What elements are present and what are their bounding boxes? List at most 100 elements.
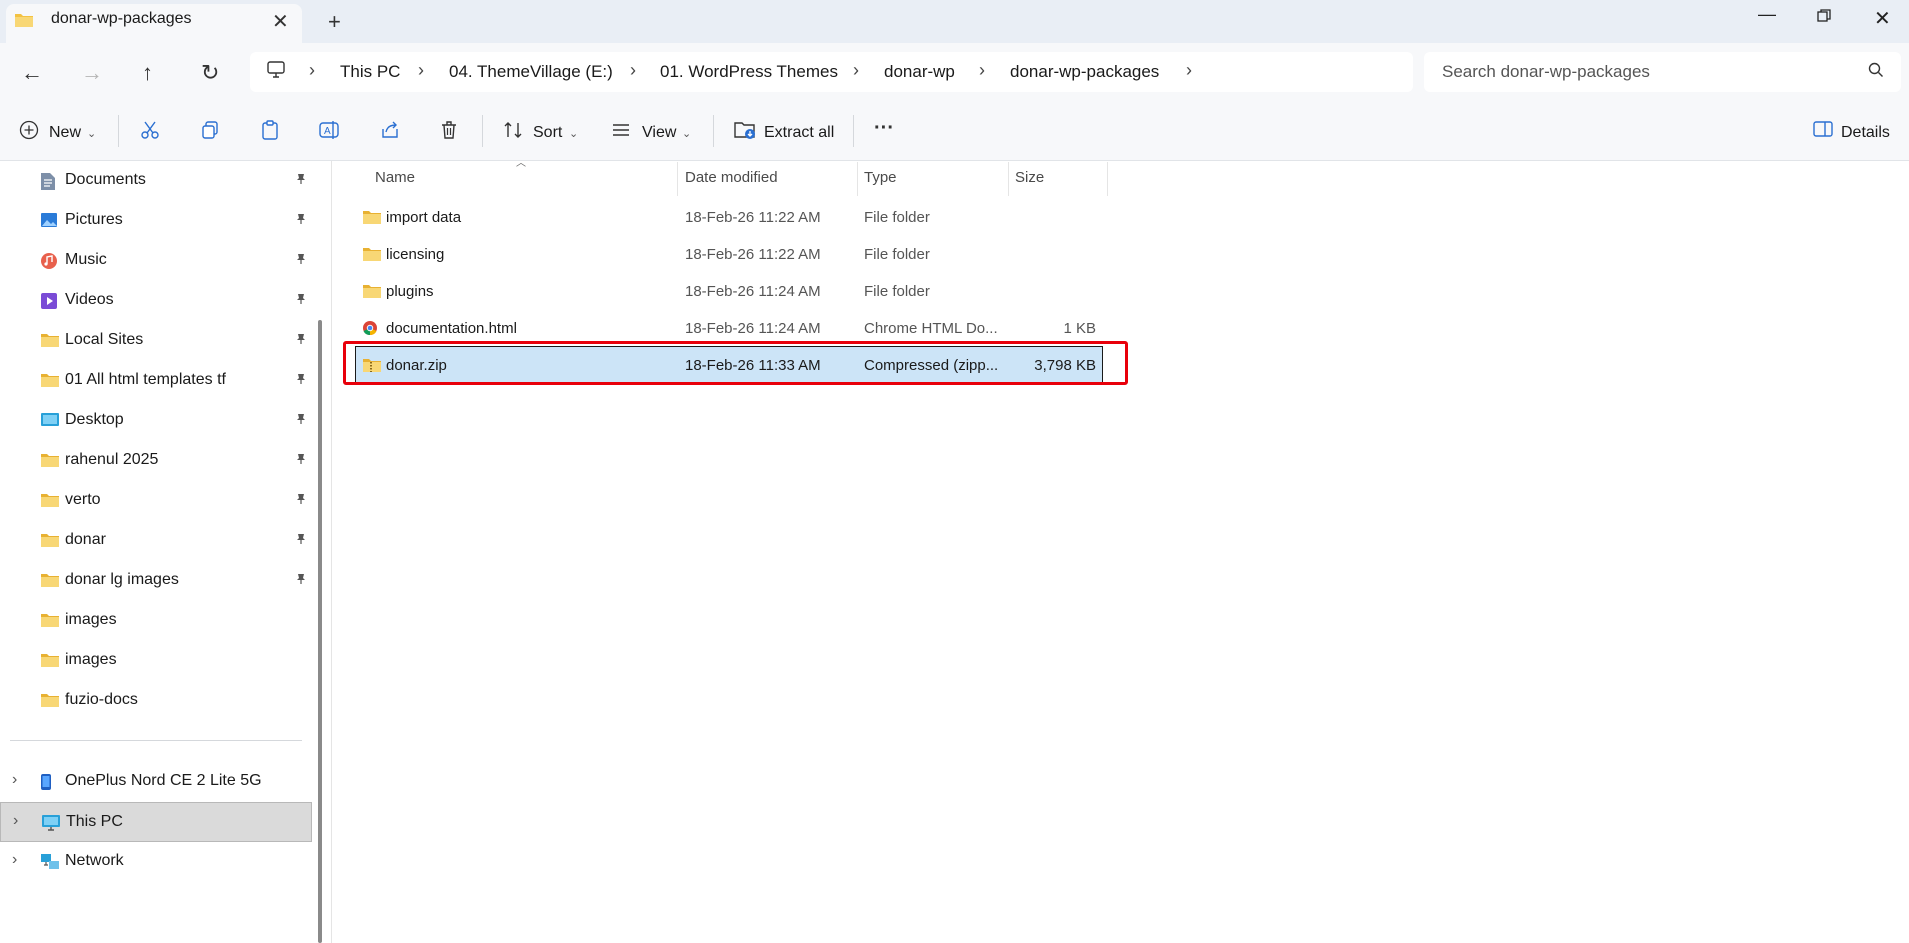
pin-icon[interactable]	[296, 533, 306, 548]
sidebar-item-network[interactable]: › Network	[0, 842, 312, 882]
column-divider[interactable]	[1008, 162, 1009, 196]
pin-icon[interactable]	[296, 293, 306, 308]
folder-icon	[40, 372, 60, 393]
file-date-modified: 18-Feb-26 11:24 AM	[685, 320, 821, 337]
sidebar-item-documents[interactable]: Documents	[0, 161, 312, 201]
pin-icon[interactable]	[296, 333, 306, 348]
breadcrumb-this-pc[interactable]: This PC	[340, 62, 400, 82]
pane-divider[interactable]	[331, 161, 332, 943]
rename-icon[interactable]: A	[319, 120, 341, 145]
sidebar-item-this-pc[interactable]: › This PC	[0, 802, 312, 842]
new-tab-icon[interactable]: +	[328, 9, 341, 35]
folder-icon	[40, 692, 60, 713]
window-close-icon[interactable]: ✕	[1874, 6, 1891, 31]
toolbar-divider	[713, 115, 714, 147]
column-header-date[interactable]: Date modified	[685, 169, 778, 186]
sidebar-item-01-all-html-templates-tf[interactable]: 01 All html templates tf	[0, 361, 312, 401]
pc-icon[interactable]	[266, 61, 286, 84]
chevron-down-icon[interactable]: ⌄	[87, 127, 96, 140]
more-options-icon[interactable]: ···	[874, 117, 894, 140]
breadcrumb-separator[interactable]: ›	[630, 60, 636, 81]
delete-icon[interactable]	[439, 120, 459, 145]
paste-icon[interactable]	[260, 120, 280, 145]
folder-icon	[40, 492, 60, 513]
chevron-down-icon[interactable]: ⌄	[682, 127, 691, 140]
pin-icon[interactable]	[296, 413, 306, 428]
sidebar-item-donar[interactable]: donar	[0, 521, 312, 561]
breadcrumb-separator[interactable]: ›	[418, 60, 424, 81]
details-button[interactable]: Details	[1841, 124, 1890, 142]
pin-icon[interactable]	[296, 493, 306, 508]
toolbar-divider	[482, 115, 483, 147]
sidebar-item-label: rahenul 2025	[65, 451, 159, 468]
pin-icon[interactable]	[296, 253, 306, 268]
new-button[interactable]: New	[49, 124, 81, 142]
column-divider[interactable]	[677, 162, 678, 196]
sidebar-item-label: Desktop	[65, 411, 124, 428]
sidebar-item-local-sites[interactable]: Local Sites	[0, 321, 312, 361]
sidebar-item-oneplus-nord-ce-2-lite-5g[interactable]: › OnePlus Nord CE 2 Lite 5G	[0, 762, 312, 802]
breadcrumb-wordpress-themes[interactable]: 01. WordPress Themes	[660, 62, 838, 82]
sidebar-scrollbar[interactable]	[318, 320, 322, 943]
tab-close-icon[interactable]: ✕	[272, 9, 289, 34]
search-input[interactable]: Search donar-wp-packages	[1442, 62, 1650, 82]
chevron-down-icon[interactable]: ⌄	[569, 127, 578, 140]
extract-all-icon[interactable]	[734, 120, 756, 145]
sidebar-item-images[interactable]: images	[0, 601, 312, 641]
minimize-icon[interactable]: —	[1758, 4, 1776, 25]
sidebar-item-desktop[interactable]: Desktop	[0, 401, 312, 441]
column-header-type[interactable]: Type	[864, 169, 897, 186]
breadcrumb-themevillage[interactable]: 04. ThemeVillage (E:)	[449, 62, 613, 82]
chevron-right-icon[interactable]: ›	[12, 771, 17, 789]
sidebar-item-images[interactable]: images	[0, 641, 312, 681]
refresh-icon[interactable]: ↻	[201, 60, 219, 86]
up-arrow-icon[interactable]: ↑	[142, 60, 153, 86]
folder-icon	[362, 209, 382, 229]
extract-all-button[interactable]: Extract all	[764, 124, 834, 142]
file-name: import data	[386, 209, 462, 226]
column-divider[interactable]	[857, 162, 858, 196]
file-type: File folder	[864, 209, 930, 226]
pin-icon[interactable]	[296, 173, 306, 188]
pin-icon[interactable]	[296, 373, 306, 388]
pin-icon[interactable]	[296, 453, 306, 468]
sidebar-item-videos[interactable]: Videos	[0, 281, 312, 321]
sidebar-item-music[interactable]: Music	[0, 241, 312, 281]
back-arrow-icon[interactable]: ←	[21, 60, 43, 86]
breadcrumb-separator[interactable]: ›	[979, 60, 985, 81]
sidebar-item-donar-lg-images[interactable]: donar lg images	[0, 561, 312, 601]
sort-button[interactable]: Sort	[533, 124, 562, 142]
view-button[interactable]: View	[642, 124, 676, 142]
sort-icon[interactable]	[503, 120, 523, 145]
column-header-size[interactable]: Size	[1015, 169, 1044, 186]
sidebar-item-label: Pictures	[65, 211, 123, 228]
restore-icon[interactable]	[1817, 9, 1831, 28]
file-row[interactable]: licensing 18-Feb-26 11:22 AM File folder	[356, 236, 1102, 273]
column-divider[interactable]	[1107, 162, 1108, 196]
pin-icon[interactable]	[296, 573, 306, 588]
sidebar-item-rahenul-2025[interactable]: rahenul 2025	[0, 441, 312, 481]
breadcrumb-expand-chevron[interactable]: ›	[1186, 60, 1192, 81]
plus-circle-icon[interactable]	[19, 120, 39, 145]
pin-icon[interactable]	[296, 213, 306, 228]
file-row[interactable]: plugins 18-Feb-26 11:24 AM File folder	[356, 273, 1102, 310]
file-row[interactable]: import data 18-Feb-26 11:22 AM File folder	[356, 199, 1102, 236]
details-pane-icon[interactable]	[1813, 120, 1833, 143]
search-icon[interactable]	[1868, 62, 1884, 83]
column-header-name[interactable]: Name	[375, 169, 415, 186]
sidebar-item-fuzio-docs[interactable]: fuzio-docs	[0, 681, 312, 721]
breadcrumb-separator[interactable]: ›	[853, 60, 859, 81]
breadcrumb-separator[interactable]: ›	[309, 60, 315, 81]
breadcrumb-donar-wp[interactable]: donar-wp	[884, 62, 955, 82]
copy-icon[interactable]	[200, 120, 220, 145]
file-name: documentation.html	[386, 320, 517, 337]
sidebar-item-verto[interactable]: verto	[0, 481, 312, 521]
forward-arrow-icon[interactable]: →	[81, 60, 103, 86]
sidebar-item-pictures[interactable]: Pictures	[0, 201, 312, 241]
view-icon[interactable]	[611, 120, 631, 145]
share-icon[interactable]	[380, 120, 400, 145]
breadcrumb-donar-wp-packages[interactable]: donar-wp-packages	[1010, 62, 1159, 82]
cut-icon[interactable]	[140, 120, 160, 145]
chevron-right-icon[interactable]: ›	[13, 812, 18, 830]
chevron-right-icon[interactable]: ›	[12, 851, 17, 869]
